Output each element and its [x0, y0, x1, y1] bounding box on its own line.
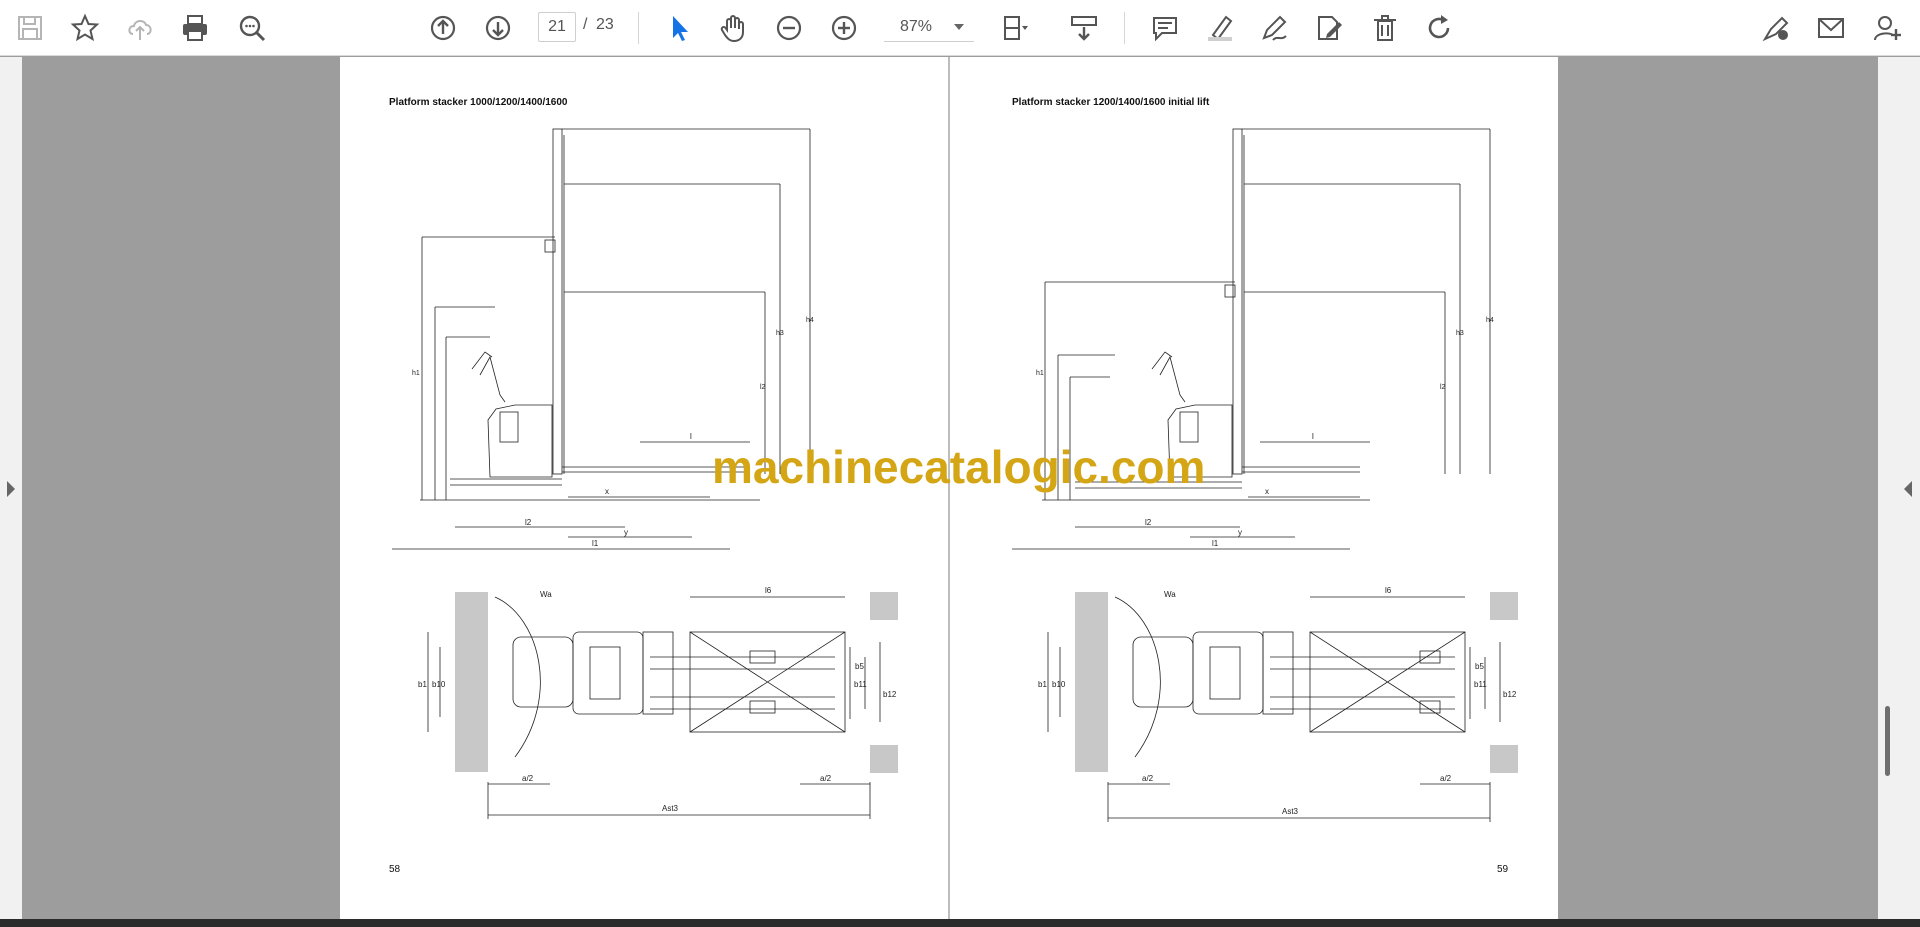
dim-label-b12: b12 — [1503, 690, 1517, 699]
dim-label-b10: b10 — [1052, 680, 1066, 689]
fit-page-icon[interactable] — [995, 8, 1035, 48]
page-number: 59 — [1497, 864, 1509, 875]
page-number-input[interactable]: 21 — [538, 12, 576, 42]
draw-icon[interactable] — [1254, 8, 1294, 48]
dim-label-a2-left: a/2 — [1142, 774, 1154, 783]
dim-label-h3: h3 — [1456, 330, 1464, 337]
add-user-icon[interactable] — [1867, 8, 1907, 48]
comment-icon[interactable] — [1145, 8, 1185, 48]
dim-label-l2-bottom: l2 — [1145, 518, 1152, 527]
arrow-up-circle-icon[interactable] — [423, 8, 463, 48]
page-separator: / — [583, 16, 588, 33]
dim-label-a2-right: a/2 — [1440, 774, 1452, 783]
dim-label-b5: b5 — [855, 662, 864, 671]
dim-label-b1: b1 — [1038, 680, 1047, 689]
print-icon[interactable] — [175, 8, 215, 48]
dim-label-y: y — [1238, 528, 1242, 537]
zoom-value: 87% — [900, 18, 933, 35]
dim-label-wa: Wa — [540, 590, 552, 599]
chevron-down-icon — [954, 24, 964, 30]
dim-label-wa: Wa — [1164, 590, 1176, 599]
pointer-icon[interactable] — [659, 8, 699, 48]
star-icon[interactable] — [65, 8, 105, 48]
email-icon[interactable] — [1811, 8, 1851, 48]
dim-label-l2: l2 — [760, 384, 766, 391]
watermark: machinecatalogic.com — [712, 441, 1206, 493]
zoom-in-icon[interactable] — [824, 8, 864, 48]
chevron-left-icon[interactable] — [1904, 481, 1912, 497]
dim-label-x: x — [1265, 487, 1269, 496]
dim-label-l6: l6 — [765, 586, 772, 595]
hand-icon[interactable] — [713, 8, 753, 48]
dim-label-l: l — [690, 432, 692, 441]
dim-label-l1: l1 — [1212, 539, 1219, 548]
dim-label-h1: h1 — [1036, 370, 1044, 377]
dim-label-l2: l2 — [1440, 384, 1446, 391]
dim-label-ast3: Ast3 — [662, 804, 679, 813]
upload-cloud-icon[interactable] — [120, 8, 160, 48]
right-panel-toggle[interactable] — [1878, 57, 1920, 920]
rotate-icon[interactable] — [1419, 8, 1459, 48]
dim-label-l1: l1 — [592, 539, 599, 548]
toolbar-divider — [1124, 12, 1125, 44]
dim-label-b1: b1 — [418, 680, 427, 689]
highlight-icon[interactable] — [1200, 8, 1240, 48]
delete-icon[interactable] — [1365, 8, 1405, 48]
dim-label-y: y — [624, 528, 628, 537]
dim-label-b5: b5 — [1475, 662, 1484, 671]
dim-label-h4: h4 — [1486, 317, 1494, 324]
sign-icon[interactable] — [1756, 8, 1796, 48]
dim-label-ast3: Ast3 — [1282, 807, 1299, 816]
dim-label-a2-left: a/2 — [522, 774, 534, 783]
zoom-search-icon[interactable] — [232, 8, 272, 48]
chevron-right-icon[interactable] — [7, 481, 15, 497]
dim-label-a2-right: a/2 — [820, 774, 832, 783]
dim-label-b12: b12 — [883, 690, 897, 699]
toolbar-divider — [638, 12, 639, 44]
dim-label-l2-bottom: l2 — [525, 518, 532, 527]
dim-label-l6: l6 — [1385, 586, 1392, 595]
bottom-bar — [0, 919, 1920, 927]
zoom-out-icon[interactable] — [769, 8, 809, 48]
page-number: 58 — [389, 864, 401, 875]
dim-label-h3: h3 — [776, 330, 784, 337]
dim-label-h1: h1 — [412, 370, 420, 377]
toolbar: 21 / 23 87% — [0, 0, 1920, 56]
dim-label-x: x — [605, 487, 609, 496]
scrollbar-thumb[interactable] — [1885, 706, 1890, 776]
scroll-mode-icon[interactable] — [1064, 8, 1104, 48]
dim-label-h4: h4 — [806, 317, 814, 324]
arrow-down-circle-icon[interactable] — [478, 8, 518, 48]
zoom-select[interactable]: 87% — [884, 12, 974, 42]
dim-label-l: l — [1312, 432, 1314, 441]
save-icon[interactable] — [10, 8, 50, 48]
page-total: 23 — [596, 16, 614, 33]
edit-text-icon[interactable] — [1309, 8, 1349, 48]
dim-label-b10: b10 — [432, 680, 446, 689]
